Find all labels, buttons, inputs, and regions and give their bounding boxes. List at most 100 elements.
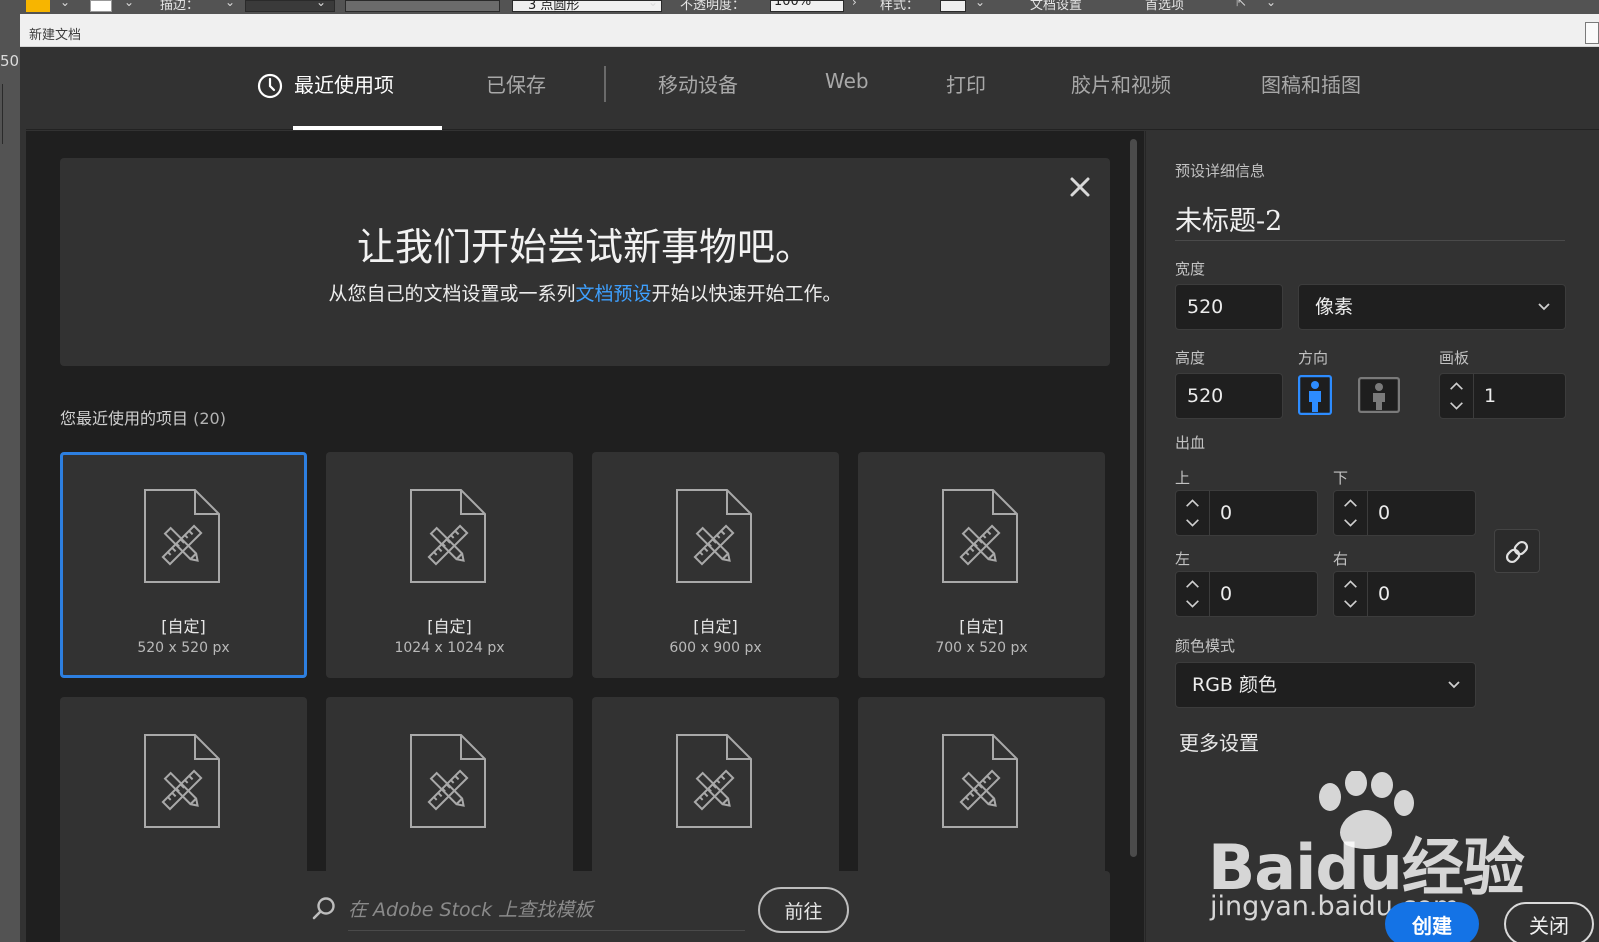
chevron-down-icon[interactable]: ⌄ xyxy=(975,0,985,9)
preset-details-panel: 预设详细信息 未标题-2 宽度 520 像素 高度 520 方向 画板 1 出血… xyxy=(1145,131,1599,942)
variable-width-field[interactable] xyxy=(345,0,500,12)
clock-icon xyxy=(257,73,283,99)
doc-settings-button[interactable]: 文档设置 xyxy=(1030,0,1082,13)
document-preset-icon xyxy=(942,489,1018,583)
stepper-arrows-icon[interactable] xyxy=(1334,572,1368,616)
unit-select[interactable]: 像素 xyxy=(1298,284,1566,330)
bleed-left-stepper[interactable]: 0 xyxy=(1175,571,1318,617)
bleed-label: 出血 xyxy=(1175,434,1206,452)
stepper-arrows-icon[interactable] xyxy=(1334,491,1368,535)
close-button[interactable]: 关闭 xyxy=(1504,902,1594,942)
stroke-swatch[interactable] xyxy=(90,0,112,12)
height-label: 高度 xyxy=(1175,349,1206,367)
recent-items-label: 您最近使用的项目 (20) xyxy=(60,409,226,428)
bleed-top-label: 上 xyxy=(1175,469,1191,487)
app-toolbar: ⌄ ⌄ 描边： ⌄ ⌄ 3 点圆形 ⌄ 不透明度： 100% › 样式： ⌄ 文… xyxy=(0,0,1599,14)
doc-presets-link[interactable]: 文档预设 xyxy=(575,283,651,305)
preset-tabs: 最近使用项 已保存 移动设备 Web 打印 胶片和视频 图稿和插图 xyxy=(26,47,1599,130)
opacity-value: 100% xyxy=(774,0,812,9)
color-mode-label: 颜色模式 xyxy=(1175,637,1236,655)
welcome-banner: 让我们开始尝试新事物吧。 从您自己的文档设置或一系列文档预设开始以快速开始工作。 xyxy=(60,158,1110,366)
dialog-titlebar[interactable]: 新建文档 xyxy=(20,14,1599,47)
artboards-stepper[interactable]: 1 xyxy=(1439,373,1566,419)
document-preset-icon xyxy=(676,734,752,828)
tab-separator xyxy=(604,66,606,102)
tab-saved[interactable]: 已保存 xyxy=(486,69,546,98)
new-document-dialog: 新建文档 最近使用项 已保存 移动设备 Web 打印 胶片和视频 图稿和插图 让… xyxy=(20,14,1599,942)
orientation-label: 方向 xyxy=(1298,349,1329,367)
document-preset-icon xyxy=(144,489,220,583)
ruler-number: 50 xyxy=(0,52,20,70)
landscape-icon[interactable] xyxy=(1358,377,1400,413)
stepper-arrows-icon[interactable] xyxy=(1176,491,1210,535)
chevron-down-icon[interactable]: ⌄ xyxy=(316,0,326,9)
width-label: 宽度 xyxy=(1175,260,1206,278)
document-preset-icon xyxy=(676,489,752,583)
baidu-watermark: Baidu经验 jingyan.baidu.com xyxy=(1208,771,1538,922)
dialog-title: 新建文档 xyxy=(29,28,82,43)
recent-item[interactable]: [自定] 600 x 900 px xyxy=(592,452,839,678)
color-mode-select[interactable]: RGB 颜色 xyxy=(1175,662,1476,708)
style-swatch[interactable] xyxy=(940,0,966,12)
create-button[interactable]: 创建 xyxy=(1385,902,1479,942)
portrait-icon[interactable] xyxy=(1298,375,1332,415)
document-name-field[interactable]: 未标题-2 xyxy=(1175,199,1565,241)
chevron-down-icon xyxy=(1448,681,1460,689)
link-bleed-button[interactable] xyxy=(1494,529,1540,573)
chevron-down-icon[interactable]: ⌄ xyxy=(124,0,134,9)
tab-recent[interactable]: 最近使用项 xyxy=(294,69,394,98)
bleed-right-stepper[interactable]: 0 xyxy=(1333,571,1476,617)
recent-content: 让我们开始尝试新事物吧。 从您自己的文档设置或一系列文档预设开始以快速开始工作。… xyxy=(26,131,1144,942)
stock-search-input[interactable] xyxy=(348,889,745,931)
search-icon xyxy=(312,897,335,920)
chevron-down-icon[interactable]: ⌄ xyxy=(60,0,70,9)
style-label: 样式： xyxy=(880,0,920,13)
preferences-button[interactable]: 首选项 xyxy=(1145,0,1184,13)
chevron-down-icon xyxy=(1538,303,1550,311)
color-mode-value: RGB 颜色 xyxy=(1192,674,1277,696)
tab-art-illustration[interactable]: 图稿和插图 xyxy=(1261,69,1361,98)
banner-subtitle: 从您自己的文档设置或一系列文档预设开始以快速开始工作。 xyxy=(328,283,842,305)
document-preset-icon xyxy=(410,734,486,828)
opacity-label: 不透明度： xyxy=(680,0,746,13)
bleed-bottom-stepper[interactable]: 0 xyxy=(1333,490,1476,536)
tab-mobile[interactable]: 移动设备 xyxy=(658,69,738,98)
height-field[interactable]: 520 xyxy=(1175,373,1283,419)
stepper-arrows-icon[interactable] xyxy=(1176,572,1210,616)
recent-count: (20) xyxy=(193,409,226,428)
preset-details-label: 预设详细信息 xyxy=(1175,162,1266,180)
link-icon xyxy=(1505,540,1529,564)
fill-swatch[interactable] xyxy=(26,0,50,12)
chevron-down-icon[interactable]: ⌄ xyxy=(648,0,658,9)
stroke-label: 描边： xyxy=(160,0,200,13)
bleed-top-stepper[interactable]: 0 xyxy=(1175,490,1318,536)
arrange-icon[interactable]: ⇱ xyxy=(1236,0,1246,9)
stock-search-bar: 前往 xyxy=(60,871,1110,942)
brush-label: 3 点圆形 xyxy=(528,0,580,13)
chevron-down-icon[interactable]: ⌄ xyxy=(225,0,235,9)
left-tool-strip: 50 xyxy=(0,14,20,942)
more-settings-link[interactable]: 更多设置 xyxy=(1179,727,1259,756)
titlebar-button[interactable] xyxy=(1585,22,1599,44)
chevron-down-icon[interactable]: ⌄ xyxy=(1266,0,1276,9)
width-field[interactable]: 520 xyxy=(1175,284,1283,330)
document-preset-icon xyxy=(144,734,220,828)
document-preset-icon xyxy=(942,734,1018,828)
recent-item[interactable]: [自定] 1024 x 1024 px xyxy=(326,452,573,678)
chevron-right-icon[interactable]: › xyxy=(852,0,857,9)
close-icon[interactable] xyxy=(1068,175,1092,199)
tab-film-video[interactable]: 胶片和视频 xyxy=(1071,69,1171,98)
stepper-arrows-icon[interactable] xyxy=(1440,374,1474,418)
bleed-left-label: 左 xyxy=(1175,550,1191,568)
banner-title: 让我们开始尝试新事物吧。 xyxy=(356,225,813,269)
recent-item[interactable]: [自定] 520 x 520 px xyxy=(60,452,307,678)
recent-item[interactable]: [自定] 700 x 520 px xyxy=(858,452,1105,678)
active-tab-indicator xyxy=(293,126,442,130)
tab-web[interactable]: Web xyxy=(825,69,869,93)
go-button[interactable]: 前往 xyxy=(758,887,849,933)
bleed-right-label: 右 xyxy=(1333,550,1349,568)
document-preset-icon xyxy=(410,489,486,583)
scrollbar[interactable] xyxy=(1130,139,1137,857)
tab-print[interactable]: 打印 xyxy=(946,69,986,98)
artboards-label: 画板 xyxy=(1439,349,1470,367)
